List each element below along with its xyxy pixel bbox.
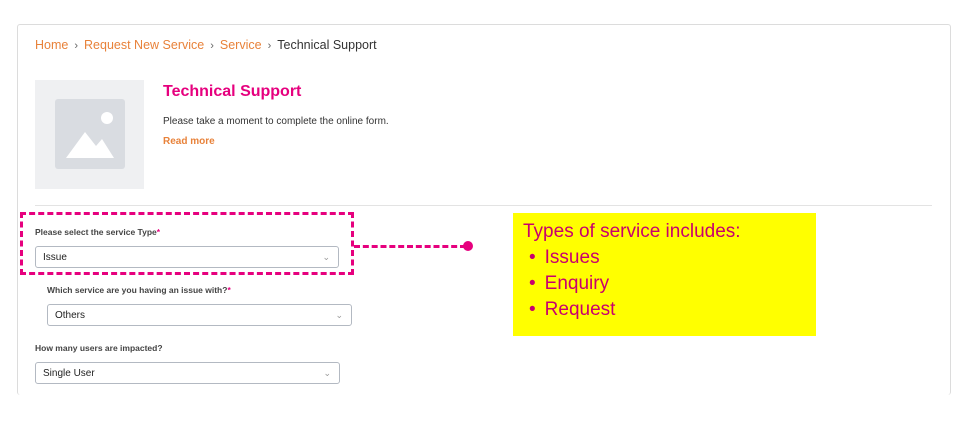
issue-with-label-text: Which service are you having an issue wi… <box>47 285 228 295</box>
image-placeholder-icon <box>55 99 125 169</box>
service-thumbnail <box>35 80 144 189</box>
breadcrumb-separator-icon: › <box>267 40 272 52</box>
callout-item-issues: Issues <box>523 245 806 271</box>
callout-item-request: Request <box>523 297 806 323</box>
page-title: Technical Support <box>163 83 302 100</box>
issue-with-select[interactable]: Others ⌄ <box>47 304 352 326</box>
breadcrumb-service[interactable]: Service <box>220 38 262 52</box>
breadcrumb-current: Technical Support <box>277 38 377 52</box>
callout-item-enquiry: Enquiry <box>523 271 806 297</box>
service-card <box>17 24 951 395</box>
connector-dot <box>463 241 473 251</box>
users-impacted-label: How many users are impacted? <box>35 343 163 353</box>
breadcrumb-separator-icon: › <box>210 40 214 52</box>
highlight-frame <box>20 212 354 275</box>
callout-note: Types of service includes: Issues Enquir… <box>513 213 816 336</box>
chevron-down-icon: ⌄ <box>323 368 331 378</box>
breadcrumb-home[interactable]: Home <box>35 38 68 52</box>
service-description: Please take a moment to complete the onl… <box>163 116 389 127</box>
users-impacted-label-text: How many users are impacted? <box>35 343 163 353</box>
chevron-down-icon: ⌄ <box>335 310 343 320</box>
issue-with-label: Which service are you having an issue wi… <box>47 285 231 295</box>
required-marker: * <box>227 285 231 295</box>
breadcrumb: Home › Request New Service › Service › T… <box>35 38 377 52</box>
breadcrumb-separator-icon: › <box>74 40 79 52</box>
callout-list: Issues Enquiry Request <box>523 245 806 323</box>
breadcrumb-request-new-service[interactable]: Request New Service <box>84 38 204 52</box>
users-impacted-value: Single User <box>43 367 95 379</box>
section-divider <box>35 205 932 206</box>
read-more-link[interactable]: Read more <box>163 136 215 147</box>
users-impacted-select[interactable]: Single User ⌄ <box>35 362 340 384</box>
callout-heading: Types of service includes: <box>523 221 741 242</box>
issue-with-value: Others <box>55 309 86 321</box>
callout-connector <box>354 245 466 248</box>
